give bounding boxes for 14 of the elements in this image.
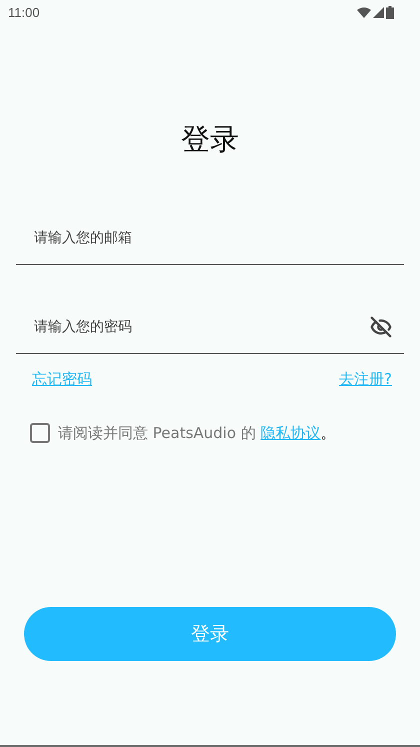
- register-link[interactable]: 去注册?: [339, 370, 392, 389]
- login-button[interactable]: 登录: [24, 607, 396, 661]
- email-field[interactable]: 请输入您的邮箱: [32, 229, 392, 247]
- page-title: 登录: [181, 121, 239, 158]
- battery-icon: [386, 6, 394, 18]
- agreement-checkbox[interactable]: [30, 423, 50, 443]
- agreement-text: 请阅读并同意 PeatsAudio 的 隐私协议。: [58, 424, 336, 442]
- status-time: 11:00: [8, 4, 40, 20]
- forgot-password-link[interactable]: 忘记密码: [32, 370, 92, 389]
- wifi-icon: [357, 6, 371, 18]
- privacy-link[interactable]: 隐私协议: [260, 424, 321, 442]
- password-field[interactable]: 请输入您的密码: [32, 318, 370, 336]
- signal-icon: [373, 6, 384, 18]
- eye-off-icon[interactable]: [370, 316, 392, 338]
